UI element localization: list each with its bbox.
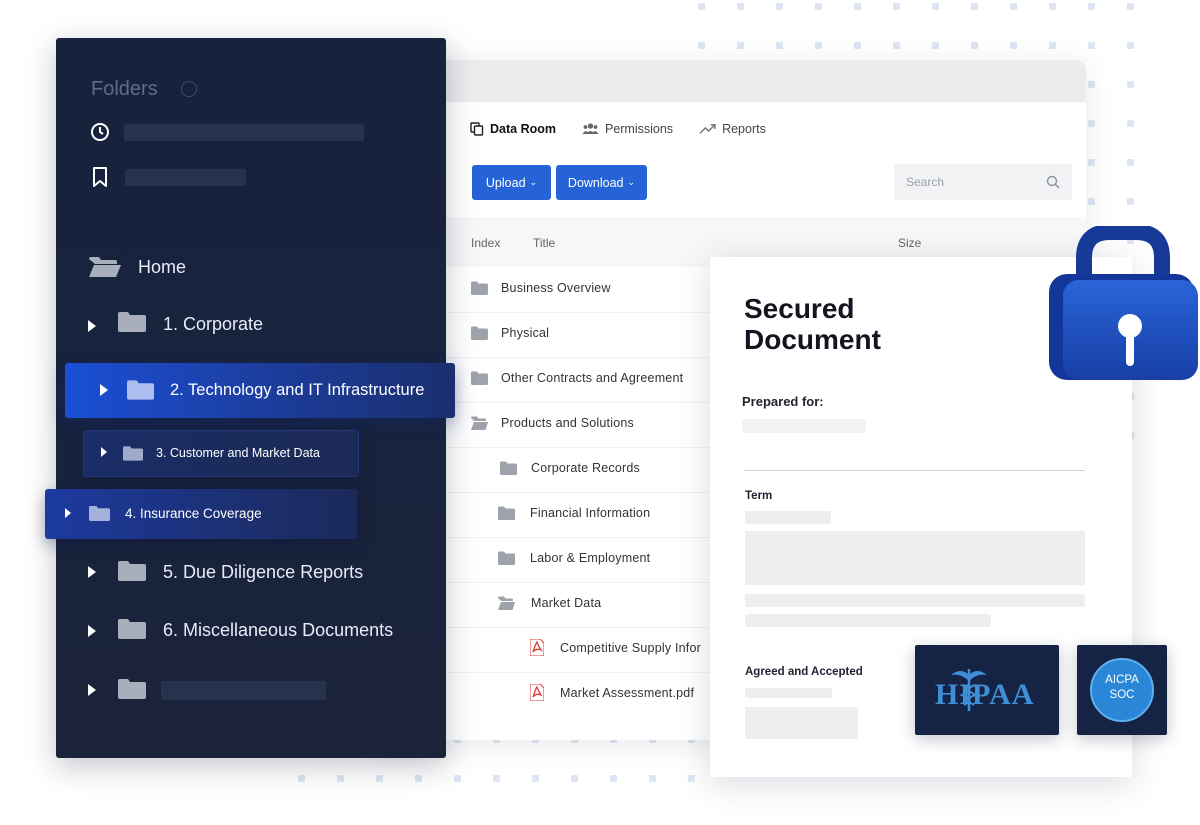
tab-label: Reports — [722, 122, 766, 136]
folder-icon — [498, 551, 515, 565]
sidebar-item-label: 3. Customer and Market Data — [156, 446, 320, 460]
folder-open-icon — [471, 416, 488, 430]
sidebar-item-label: 2. Technology and IT Infrastructure — [170, 381, 425, 399]
title-line-1: Secured — [744, 293, 855, 324]
window-titlebar — [370, 60, 1086, 102]
folder-icon — [89, 506, 110, 521]
trend-icon — [699, 124, 716, 134]
aicpa-seal: AICPA SOC — [1090, 658, 1154, 722]
expand-arrow-icon[interactable] — [88, 625, 96, 637]
tab-data-room[interactable]: Data Room — [470, 122, 556, 136]
chevron-down-icon: ⌄ — [529, 177, 538, 187]
copy-icon — [470, 122, 484, 136]
expand-arrow-icon[interactable] — [88, 320, 96, 332]
title-line-2: Document — [744, 324, 881, 355]
folder-icon — [123, 446, 143, 461]
row-title: Physical — [501, 326, 550, 340]
row-title: Market Data — [531, 596, 602, 610]
sidebar-item-customer-market[interactable]: 3. Customer and Market Data — [83, 430, 359, 477]
chevron-down-icon: ⌄ — [627, 177, 636, 187]
prepared-for-label: Prepared for: — [742, 394, 824, 409]
column-size[interactable]: Size — [898, 236, 921, 250]
pdf-file-icon — [530, 684, 544, 701]
download-button[interactable]: Download ⌄ — [556, 165, 647, 200]
search-icon — [1046, 175, 1060, 189]
padlock-icon — [1049, 226, 1198, 380]
row-title: Market Assessment.pdf — [560, 686, 695, 700]
document-title: Secured Document — [744, 293, 944, 355]
placeholder-bar — [745, 594, 1085, 607]
bookmark-icon[interactable] — [92, 167, 108, 187]
aicpa-soc-badge: AICPA SOC — [1077, 645, 1167, 735]
folder-icon — [127, 380, 154, 400]
folder-open-icon — [498, 596, 515, 610]
expand-arrow-icon[interactable] — [65, 508, 71, 518]
placeholder-bar — [745, 614, 991, 627]
hipaa-text: HIPAA — [935, 678, 1035, 711]
tab-bar: Data Room Permissions Reports — [470, 122, 766, 136]
add-folder-icon[interactable] — [181, 81, 197, 97]
term-label: Term — [745, 490, 773, 502]
sidebar-item-home[interactable]: Home — [138, 257, 186, 278]
sidebar-item-insurance[interactable]: 4. Insurance Coverage — [45, 489, 357, 539]
sidebar-item-technology[interactable]: 2. Technology and IT Infrastructure — [65, 363, 455, 418]
sidebar-item-label: 4. Insurance Coverage — [125, 506, 262, 521]
recent-placeholder-bar — [124, 124, 364, 141]
tab-reports[interactable]: Reports — [699, 122, 766, 136]
soc-text: SOC — [1109, 689, 1135, 701]
row-title: Financial Information — [530, 506, 651, 520]
row-title: Business Overview — [501, 281, 611, 295]
search-placeholder: Search — [906, 175, 945, 189]
upload-label: Upload — [485, 175, 526, 190]
column-index[interactable]: Index — [471, 236, 500, 250]
upload-button[interactable]: Upload ⌄ — [472, 165, 551, 200]
sidebar-item-due-diligence[interactable]: 5. Due Diligence Reports — [163, 562, 363, 583]
expand-arrow-icon[interactable] — [100, 384, 108, 396]
users-icon — [582, 123, 599, 134]
clock-icon[interactable] — [90, 122, 110, 142]
row-title: Labor & Employment — [530, 551, 651, 565]
placeholder-bar — [745, 511, 831, 524]
expand-arrow-icon[interactable] — [88, 684, 96, 696]
expand-arrow-icon[interactable] — [88, 566, 96, 578]
placeholder-bar — [745, 688, 832, 698]
folder-icon — [498, 506, 515, 520]
row-title: Corporate Records — [531, 461, 641, 475]
folder-open-icon — [89, 257, 121, 277]
sidebar-item-corporate[interactable]: 1. Corporate — [163, 314, 263, 335]
search-input[interactable]: Search — [894, 164, 1072, 200]
column-title[interactable]: Title — [533, 236, 555, 250]
folder-icon — [118, 679, 146, 699]
agreed-label: Agreed and Accepted — [745, 666, 863, 678]
folder-placeholder-bar — [161, 681, 326, 700]
aicpa-text: AICPA — [1105, 674, 1139, 686]
row-title: Other Contracts and Agreement — [501, 371, 684, 385]
folder-icon — [500, 461, 517, 475]
divider — [744, 470, 1085, 471]
tab-label: Permissions — [604, 122, 674, 136]
tab-permissions[interactable]: Permissions — [582, 122, 673, 136]
hipaa-badge: HIPAA — [915, 645, 1059, 735]
folder-icon — [118, 619, 146, 639]
expand-arrow-icon[interactable] — [101, 447, 107, 457]
folder-icon — [471, 281, 488, 295]
placeholder-block — [745, 707, 858, 739]
row-title: Competitive Supply Infor — [560, 641, 701, 655]
bookmarks-placeholder-bar — [125, 169, 246, 186]
row-title: Products and Solutions — [501, 416, 634, 430]
folder-icon — [471, 326, 488, 340]
folder-icon — [118, 561, 146, 581]
folder-icon — [118, 312, 146, 332]
sidebar-item-miscellaneous[interactable]: 6. Miscellaneous Documents — [163, 620, 393, 641]
sidebar-title: Folders — [91, 78, 158, 100]
placeholder-block — [745, 531, 1085, 585]
tab-label: Data Room — [490, 122, 556, 136]
pdf-file-icon — [530, 639, 544, 656]
folder-icon — [471, 371, 488, 385]
placeholder-bar — [742, 419, 866, 433]
download-label: Download — [567, 175, 624, 190]
